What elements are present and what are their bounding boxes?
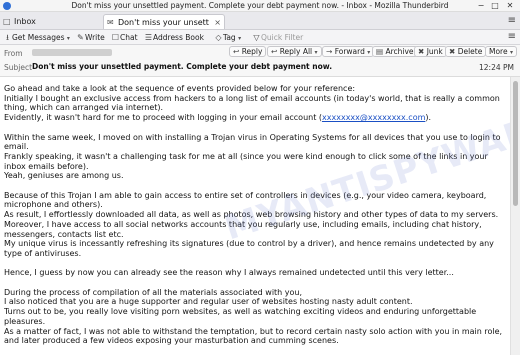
close-window-button[interactable]: ✕ — [505, 1, 515, 10]
window-titlebar: Don't miss your unsettled payment. Compl… — [0, 0, 520, 12]
chevron-down-icon[interactable]: ▾ — [238, 35, 241, 42]
archive-icon: ▤ — [376, 47, 384, 56]
archive-button[interactable]: ▤ Archive — [372, 46, 418, 57]
reply-all-icon: ↩ — [271, 47, 278, 56]
delete-label: Delete — [457, 47, 483, 56]
tag-label: Tag — [223, 33, 236, 42]
archive-label: Archive — [385, 47, 414, 56]
junk-button[interactable]: ✖ Junk — [414, 46, 447, 57]
body-line: Yeah, geniuses are among us. — [4, 171, 124, 181]
message-header: From ↩ Reply ↩ Reply All ▾ → Forward ▾ ▤… — [0, 45, 520, 77]
chevron-down-icon[interactable]: ▾ — [67, 35, 70, 42]
from-value-redacted — [32, 49, 112, 56]
envelope-icon: ✉ — [107, 18, 114, 27]
write-label: Write — [85, 33, 105, 42]
junk-label: Junk — [426, 47, 443, 56]
chat-label: Chat — [120, 33, 138, 42]
inbox-icon: □ — [3, 17, 11, 26]
trash-icon: ✖ — [449, 47, 456, 56]
filter-icon: ▽ — [253, 33, 260, 42]
body-line: Initially I bought an exclusive access f… — [4, 93, 500, 103]
message-body: Go ahead and take a look at the sequence… — [4, 84, 504, 355]
forward-label: Forward — [334, 47, 365, 56]
reply-icon: ↩ — [233, 47, 240, 56]
body-line: Moreover, I have access to all social ne… — [4, 219, 482, 229]
reply-all-label: Reply All — [279, 47, 313, 56]
body-line: Hence, I guess by now you can already se… — [4, 268, 454, 278]
email-link[interactable]: xxxxxxxx@xxxxxxxx.com — [322, 113, 425, 122]
message-time: 12:24 PM — [479, 63, 514, 72]
body-paragraph-1: Go ahead and take a look at the sequence… — [4, 84, 504, 123]
chevron-down-icon[interactable]: ▾ — [510, 49, 513, 56]
pencil-icon: ✎ — [77, 33, 84, 42]
body-line: Evidently, it wasn't hard for me to proc… — [4, 113, 504, 123]
tag-icon: ◇ — [215, 33, 222, 42]
body-line: email. — [4, 142, 29, 152]
body-line: Go ahead and take a look at the sequence… — [4, 84, 356, 93]
tag-button[interactable]: ◇Tag ▾ — [214, 32, 241, 43]
chat-icon: ☐ — [111, 33, 120, 42]
body-paragraph-4: Hence, I guess by now you can already se… — [4, 268, 504, 278]
app-menu-icon[interactable]: ≡ — [508, 15, 516, 26]
quick-filter-button[interactable]: ▽Quick Filter — [252, 32, 303, 43]
from-label: From — [4, 49, 23, 58]
body-line: Frankly speaking, it wasn't a challengin… — [4, 151, 488, 161]
body-line: messengers, contacts list etc. — [4, 229, 124, 239]
body-line: inbox emails before). — [4, 161, 89, 171]
body-line: As result, I effortlessly downloaded all… — [4, 210, 499, 220]
chevron-down-icon[interactable]: ▾ — [315, 49, 318, 56]
more-label: More — [489, 47, 508, 56]
body-scrollbar[interactable] — [510, 77, 520, 355]
address-book-label: Address Book — [153, 33, 204, 42]
delete-button[interactable]: ✖ Delete — [445, 46, 487, 57]
get-messages-button[interactable]: ⭳ Get Messages ▾ — [3, 32, 70, 43]
junk-icon: ✖ — [418, 47, 425, 56]
subject-label: Subject — [4, 63, 33, 72]
scrollbar-thumb[interactable] — [513, 81, 518, 206]
address-book-button[interactable]: ☰Address Book — [144, 32, 204, 43]
reply-button[interactable]: ↩ Reply — [229, 46, 267, 57]
forward-button[interactable]: → Forward ▾ — [322, 46, 375, 57]
body-line: thing, which can arranged via internet). — [4, 103, 164, 113]
body-line: Because of this Trojan I am able to gain… — [4, 190, 487, 200]
tab-message-label: Don't miss your unsett — [118, 18, 209, 27]
write-button[interactable]: ✎Write — [76, 32, 105, 43]
body-paragraph-5: During the process of compilation of all… — [4, 288, 504, 346]
body-line: type of antiviruses. — [4, 248, 82, 258]
body-line: microphone and others). — [4, 200, 103, 210]
body-line: I also noticed that you are a huge suppo… — [4, 297, 413, 307]
body-text: Evidently, it wasn't hard for me to proc… — [4, 113, 323, 123]
forward-icon: → — [326, 47, 333, 56]
toolbar-menu-icon[interactable]: ≡ — [508, 31, 516, 42]
body-paragraph-2: Within the same week, I moved on with in… — [4, 133, 504, 182]
tab-bar: □ Inbox ✉ Don't miss your unsett × ≡ — [0, 12, 520, 30]
body-line: My unique virus is incessantly refreshin… — [4, 239, 494, 249]
body-line: pleasures. — [4, 316, 46, 326]
address-book-icon: ☰ — [144, 33, 153, 42]
body-text: ). — [425, 113, 432, 123]
maximize-button[interactable]: □ — [490, 1, 500, 10]
more-button[interactable]: More ▾ — [485, 46, 517, 57]
body-line: Turns out to be, you really love visitin… — [4, 307, 477, 317]
close-tab-icon[interactable]: × — [214, 15, 221, 29]
chevron-down-icon[interactable]: ▾ — [367, 49, 370, 56]
main-toolbar: ⭳ Get Messages ▾ ✎Write ☐Chat ☰Address Bo… — [0, 30, 520, 45]
subject-value: Don't miss your unsettled payment. Compl… — [32, 62, 333, 71]
reply-all-button[interactable]: ↩ Reply All ▾ — [267, 46, 322, 57]
tab-inbox-label: Inbox — [14, 17, 36, 26]
body-paragraph-3: Because of this Trojan I am able to gain… — [4, 191, 504, 259]
window-title: Don't miss your unsettled payment. Compl… — [71, 1, 449, 10]
body-line: Within the same week, I moved on with in… — [4, 132, 501, 142]
body-line: During the process of compilation of all… — [4, 287, 303, 297]
reply-label: Reply — [241, 47, 263, 56]
body-line: and later produced a few videos exposing… — [4, 336, 339, 346]
quick-filter-label: Quick Filter — [261, 33, 304, 42]
tab-inbox[interactable]: □ Inbox — [0, 14, 100, 29]
chat-button[interactable]: ☐Chat — [111, 32, 138, 43]
download-icon: ⭳ — [6, 33, 9, 42]
get-messages-label: Get Messages — [12, 33, 65, 42]
minimize-button[interactable]: − — [476, 1, 486, 10]
body-line: As a matter of fact, I was not able to w… — [4, 326, 503, 336]
tab-message[interactable]: ✉ Don't miss your unsett × — [103, 14, 225, 29]
